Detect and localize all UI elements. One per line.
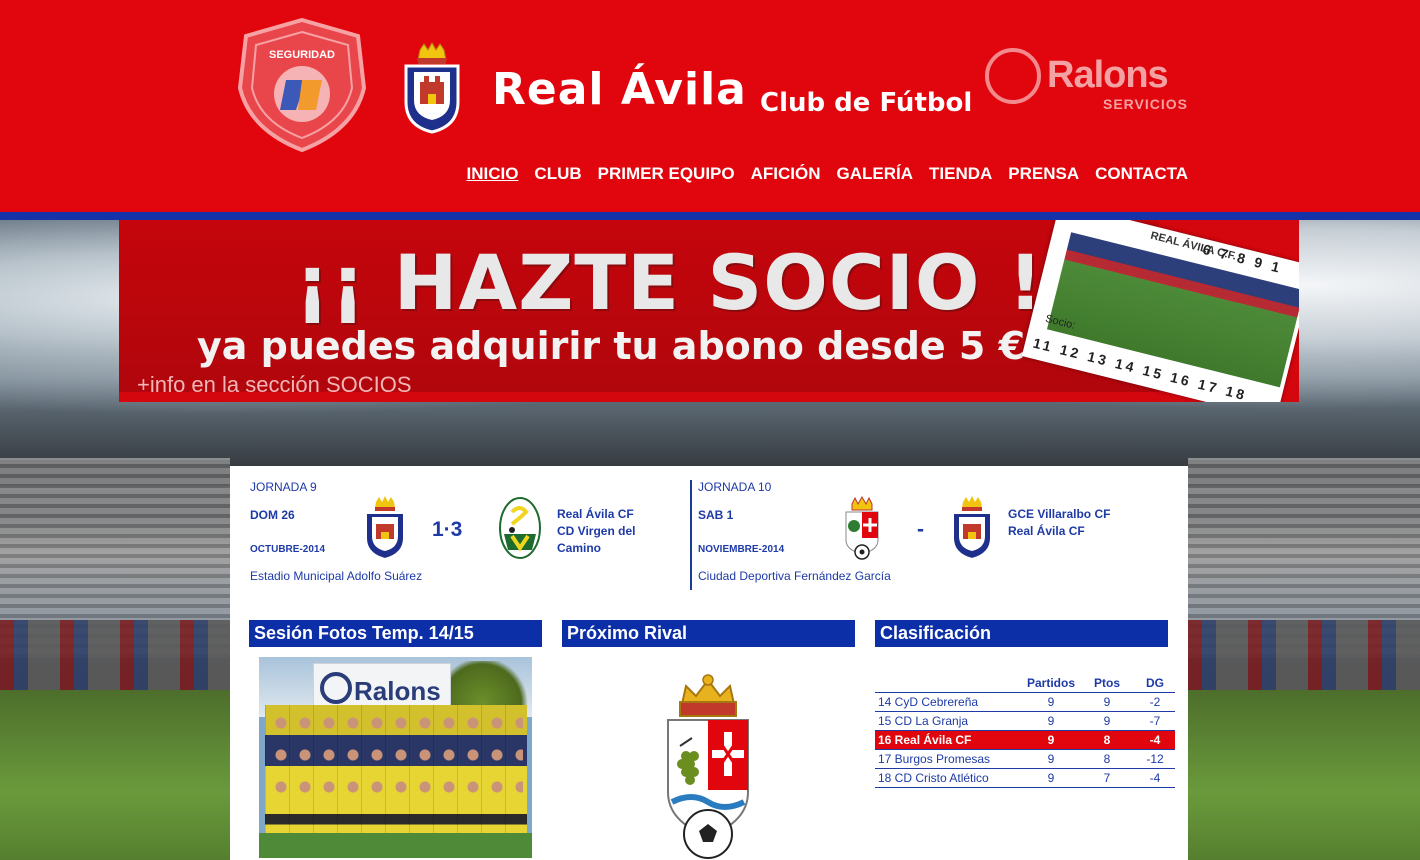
goal-diff: -7	[1135, 711, 1175, 731]
away-team: CD Virgen del Camino	[557, 524, 636, 555]
main-content: JORNADA 9 DOM 26 OCTUBRE-2014 Estadio Mu…	[230, 466, 1188, 860]
nav-item-club[interactable]: CLUB	[534, 164, 581, 184]
goal-diff: -4	[1135, 730, 1175, 750]
goal-diff: -2	[1135, 692, 1175, 712]
promo-headline: ¡¡ HAZTE SOCIO !!	[295, 238, 1080, 327]
col-dg: DG	[1135, 674, 1175, 693]
nav-item-tienda[interactable]: TIENDA	[929, 164, 992, 184]
last-match[interactable]: JORNADA 9 DOM 26 OCTUBRE-2014 Estadio Mu…	[250, 480, 690, 590]
match-venue: Ciudad Deportiva Fernández García	[698, 569, 891, 583]
sponsor-left-text: SEGURIDAD	[269, 49, 335, 61]
virgen-del-camino-crest-icon	[499, 497, 541, 559]
jornada-label: JORNADA 10	[698, 480, 772, 494]
match-month: OCTUBRE-2014	[250, 544, 326, 555]
ralons-sponsor-logo[interactable]: Ralons SERVICIOS	[985, 48, 1191, 118]
match-day: SAB 1	[698, 508, 734, 522]
ralons-ring-icon	[985, 48, 1041, 104]
ralons-ring-icon	[320, 672, 352, 704]
goal-diff: -4	[1135, 768, 1175, 788]
played: 9	[1023, 768, 1079, 788]
nav-item-prensa[interactable]: PRENSA	[1008, 164, 1079, 184]
nav-item-contacta[interactable]: CONTACTA	[1095, 164, 1188, 184]
photo-player-heads	[269, 707, 523, 807]
points: 9	[1079, 711, 1135, 731]
match-score: 1·3	[432, 518, 463, 541]
site-header: SEGURIDAD Real Ávila Club de Fútbol Ralo…	[0, 0, 1420, 212]
site-title: Real Ávila	[492, 64, 747, 115]
table-row[interactable]: 18 CD Cristo Atlético 9 7 -4	[875, 768, 1175, 788]
team-name: 16 Real Ávila CF	[875, 730, 1023, 750]
ralons-name: Ralons	[1047, 54, 1169, 96]
team-photo[interactable]: Ralons	[259, 657, 532, 858]
nav-item-inicio[interactable]: INICIO	[466, 164, 518, 184]
team-name: 14 CyD Cebrereña	[875, 692, 1023, 712]
played: 9	[1023, 749, 1079, 769]
match-day: DOM 26	[250, 508, 295, 522]
ralons-sub: SERVICIOS	[1103, 96, 1188, 112]
points: 8	[1079, 730, 1135, 750]
section-title-rival[interactable]: Próximo Rival	[562, 620, 855, 647]
promo-info: +info en la sección SOCIOS	[137, 372, 412, 397]
section-title-standings[interactable]: Clasificación	[875, 620, 1168, 647]
away-team: Real Ávila CF	[1008, 524, 1085, 538]
promo-banner-hazte-socio[interactable]: ¡¡ HAZTE SOCIO !! ya puedes adquirir tu …	[119, 220, 1299, 402]
next-rival-crest-icon[interactable]	[662, 672, 754, 860]
section-title-photos[interactable]: Sesión Fotos Temp. 14/15	[249, 620, 542, 647]
played: 9	[1023, 692, 1079, 712]
stand-wall-left	[0, 620, 230, 690]
seguridad-sponsor-logo[interactable]: SEGURIDAD	[236, 18, 368, 152]
match-teams: GCE Villaralbo CF Real Ávila CF	[1008, 506, 1148, 540]
points: 7	[1079, 768, 1135, 788]
home-team: GCE Villaralbo CF	[1008, 507, 1111, 521]
table-row[interactable]: 14 CyD Cebrereña 9 9 -2	[875, 692, 1175, 712]
match-teams: Real Ávila CF CD Virgen del Camino	[557, 506, 667, 557]
match-venue: Estadio Municipal Adolfo Suárez	[250, 569, 423, 583]
main-nav: INICIO CLUB PRIMER EQUIPO AFICIÓN GALERÍ…	[466, 164, 1188, 184]
nav-item-primer-equipo[interactable]: PRIMER EQUIPO	[598, 164, 735, 184]
promo-subline: ya puedes adquirir tu abono desde 5 €	[197, 324, 1026, 368]
played: 9	[1023, 730, 1079, 750]
nav-item-galeria[interactable]: GALERÍA	[837, 164, 914, 184]
points: 9	[1079, 692, 1135, 712]
col-ptos: Ptos	[1079, 674, 1135, 693]
team-name: 17 Burgos Promesas	[875, 749, 1023, 769]
played: 9	[1023, 711, 1079, 731]
header-blue-strip	[0, 212, 1420, 220]
table-row-highlighted[interactable]: 16 Real Ávila CF 9 8 -4	[875, 730, 1175, 750]
team-name: 18 CD Cristo Atlético	[875, 768, 1023, 788]
next-match[interactable]: JORNADA 10 SAB 1 NOVIEMBRE-2014 Ciudad D…	[690, 480, 1176, 590]
table-row[interactable]: 17 Burgos Promesas 9 8 -12	[875, 749, 1175, 769]
site-subtitle: Club de Fútbol	[760, 88, 973, 118]
match-month: NOVIEMBRE-2014	[698, 544, 785, 555]
real-avila-crest-icon	[365, 496, 405, 560]
table-header-row: Partidos Ptos DG	[875, 674, 1175, 693]
nav-item-aficion[interactable]: AFICIÓN	[751, 164, 821, 184]
home-team: Real Ávila CF	[557, 507, 634, 521]
villaralbo-crest-icon	[845, 496, 879, 560]
jornada-label: JORNADA 9	[250, 480, 317, 494]
col-team	[875, 674, 1023, 693]
board-text: Ralons	[354, 676, 441, 706]
col-partidos: Partidos	[1023, 674, 1079, 693]
standings-table: Partidos Ptos DG 14 CyD Cebrereña 9 9 -2…	[875, 674, 1175, 788]
match-score: -	[917, 518, 924, 541]
photo-turf	[259, 833, 532, 858]
goal-diff: -12	[1135, 749, 1175, 769]
stand-wall-right	[1188, 620, 1420, 690]
points: 8	[1079, 749, 1135, 769]
real-avila-crest-icon	[952, 496, 992, 560]
real-avila-crest-icon[interactable]	[402, 42, 462, 134]
table-row[interactable]: 15 CD La Granja 9 9 -7	[875, 711, 1175, 731]
team-name: 15 CD La Granja	[875, 711, 1023, 731]
